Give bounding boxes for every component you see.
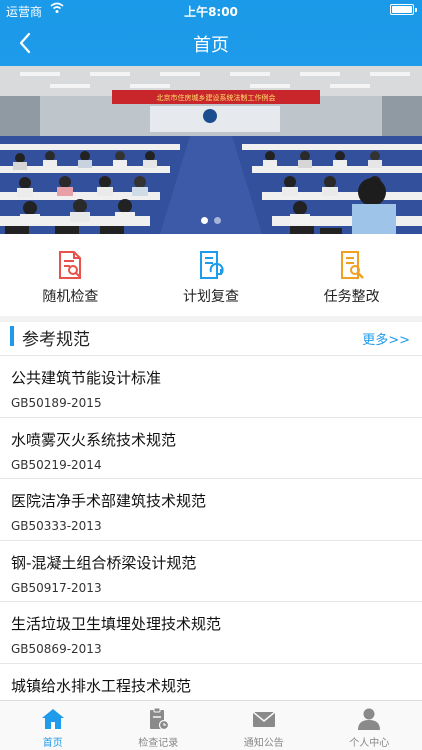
- tab-home[interactable]: 首页: [0, 701, 106, 750]
- header: 运营商 上午8:00 首页: [0, 0, 422, 66]
- carousel-indicator: [0, 209, 422, 228]
- tab-label: 通知公告: [243, 738, 284, 749]
- banner-carousel[interactable]: 北京市住房城乡建设系统法制工作例会: [0, 66, 422, 234]
- standard-name: 公共建筑节能设计标准: [11, 369, 162, 387]
- status-bar: 运营商 上午8:00: [0, 0, 422, 20]
- battery-icon: [390, 4, 417, 15]
- list-item[interactable]: 公共建筑节能设计标准 GB50189-2015: [0, 356, 422, 418]
- tab-label: 检查记录: [138, 738, 179, 749]
- standard-name: 生活垃圾卫生填埋处理技术规范: [11, 615, 222, 633]
- standard-code: GB50219-2014: [11, 457, 102, 472]
- list-item[interactable]: 生活垃圾卫生填埋处理技术规范 GB50869-2013: [0, 602, 422, 664]
- plan-review-icon: [200, 251, 224, 279]
- status-time: 上午8:00: [184, 5, 238, 19]
- person-icon: [358, 708, 381, 730]
- more-link[interactable]: 更多>>: [362, 329, 410, 348]
- home-icon: [41, 709, 64, 729]
- task-rectify-button[interactable]: 任务整改: [281, 234, 422, 316]
- random-check-icon: [59, 251, 82, 279]
- list-item[interactable]: 钢-混凝土组合桥梁设计规范 GB50917-2013: [0, 541, 422, 602]
- section-title: 参考规范: [22, 330, 90, 350]
- carousel-dot[interactable]: [214, 217, 221, 224]
- random-check-label: 随机检查: [42, 289, 99, 305]
- standard-code: GB50189-2015: [11, 396, 102, 410]
- carousel-dot[interactable]: [201, 217, 208, 224]
- nav-bar: 首页: [0, 20, 422, 66]
- section-accent-bar: [10, 326, 14, 346]
- plan-review-label: 计划复查: [183, 289, 239, 305]
- standard-code: GB50869-2013: [11, 642, 102, 656]
- task-rectify-label: 任务整改: [323, 289, 380, 305]
- tab-label: 个人中心: [349, 738, 390, 749]
- banner-sign-text: 北京市住房城乡建设系统法制工作例会: [157, 93, 276, 102]
- tab-notices[interactable]: 通知公告: [211, 701, 317, 750]
- page-title: 首页: [193, 35, 229, 56]
- standard-code: GB50333-2013: [11, 519, 102, 533]
- quick-actions: 随机检查 计划复查 任务整改: [0, 234, 422, 316]
- list-item[interactable]: 医院洁净手术部建筑技术规范 GB50333-2013: [0, 479, 422, 541]
- plan-review-button[interactable]: 计划复查: [141, 234, 282, 316]
- standards-list: 公共建筑节能设计标准 GB50189-2015 水喷雾灭火系统技术规范 GB50…: [0, 356, 422, 725]
- mail-icon: [252, 711, 276, 727]
- standard-name: 水喷雾灭火系统技术规范: [11, 430, 177, 449]
- tab-profile[interactable]: 个人中心: [317, 701, 422, 750]
- list-item[interactable]: 水喷雾灭火系统技术规范 GB50219-2014: [0, 418, 422, 479]
- tab-inspection-records[interactable]: 检查记录: [106, 701, 212, 750]
- tab-bar: 首页 检查记录 通知公告 个人中心: [0, 700, 422, 750]
- tab-label: 首页: [42, 738, 63, 749]
- standard-name: 钢-混凝土组合桥梁设计规范: [11, 553, 197, 572]
- standard-name: 城镇给水排水工程技术规范: [11, 676, 192, 695]
- standard-name: 医院洁净手术部建筑技术规范: [11, 492, 207, 510]
- task-rectify-icon: [340, 251, 364, 279]
- standard-code: GB50917-2013: [11, 580, 102, 595]
- clipboard-icon: [150, 707, 170, 731]
- reference-standards-header: 参考规范 更多>>: [0, 322, 422, 356]
- random-check-button[interactable]: 随机检查: [0, 234, 141, 316]
